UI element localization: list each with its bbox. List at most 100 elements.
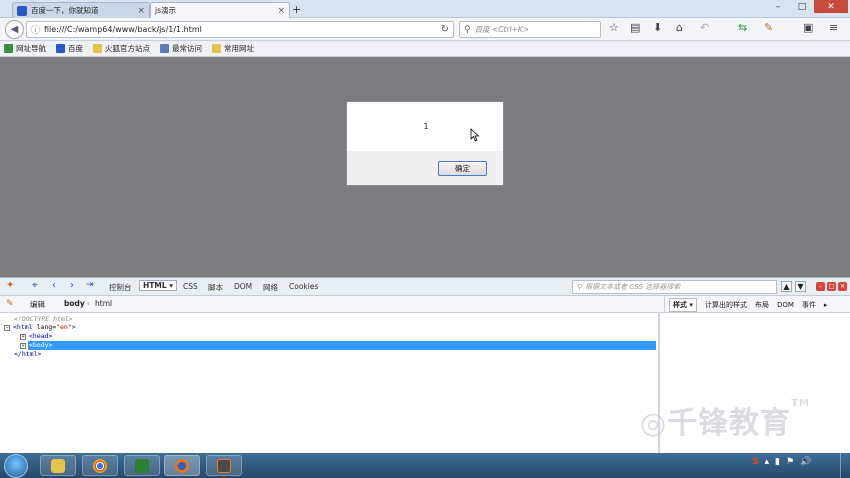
tray-expand-icon[interactable]: ▴ (764, 457, 769, 467)
tab-baidu[interactable]: 百度一下，你就知道 × (12, 2, 150, 18)
download-icon[interactable]: ⬇ (653, 21, 662, 34)
close-tab-icon[interactable]: × (277, 6, 285, 16)
tab-title: js演示 (155, 6, 176, 15)
bookmark-item[interactable]: 常用网址 (212, 43, 254, 54)
bookmark-item[interactable]: 火狐官方站点 (93, 43, 150, 54)
fb-tab-cookies[interactable]: Cookies (289, 282, 318, 291)
search-down-button[interactable]: ▼ (795, 281, 806, 292)
firebug-edit-icon[interactable]: ✎ (6, 299, 14, 309)
star-icon[interactable]: ☆ (609, 21, 619, 34)
tab-bar: 百度一下，你就知道 × js演示 × + – □ ✕ (0, 0, 850, 18)
selected-row (28, 341, 656, 350)
edit-button[interactable]: 编辑 (30, 299, 45, 310)
head-tag: <head> (29, 332, 53, 340)
bookmark-label: 百度 (68, 44, 83, 53)
fb-tab-dom[interactable]: DOM (234, 282, 252, 291)
html-tree-pane: <!DOCTYPE html> − <html lang="en"> + <head… (0, 313, 658, 453)
collapse-icon[interactable]: − (4, 325, 10, 331)
network-icon[interactable]: ▮ (775, 457, 780, 467)
undo-icon[interactable]: ↶ (700, 21, 709, 34)
html-close-node: </html> (14, 350, 42, 358)
firebug-icon[interactable]: ✦ (6, 280, 14, 291)
side-tab-events[interactable]: 事件 (802, 300, 816, 310)
fb-search-input[interactable]: ⚲ 根据文本或者 CSS 选择器搜索 (572, 280, 777, 294)
fb-minimize-icon[interactable]: – (816, 282, 825, 291)
back-arrow-icon: ◀ (10, 24, 19, 35)
bookmark-icon (56, 44, 65, 53)
html-node[interactable]: − <html lang="en"> (4, 323, 76, 331)
reader-icon[interactable]: ▤ (630, 21, 640, 34)
close-window-button[interactable]: ✕ (814, 0, 848, 13)
bookmark-item[interactable]: 百度 (56, 43, 83, 54)
side-tab-more-icon[interactable]: ▸ (824, 301, 828, 309)
command-icon[interactable]: ⇥ (86, 280, 94, 290)
side-tab-layout[interactable]: 布局 (755, 300, 769, 310)
taskbar-app-chrome[interactable] (82, 455, 118, 476)
addon-icon[interactable]: ✎ (764, 21, 773, 34)
watermark: ◎千锋教育TM (640, 398, 810, 442)
flag-icon[interactable]: ⚑ (786, 457, 794, 467)
folder-icon (93, 44, 102, 53)
tab-title: 百度一下，你就知道 (31, 6, 99, 15)
watermark-logo-icon: ◎ (640, 406, 668, 441)
taskbar-app-explorer[interactable] (40, 455, 76, 476)
url-text[interactable]: file:///C:/wamp64/www/back/js/1/1.html (44, 25, 437, 34)
doctype-node: <!DOCTYPE html> (14, 315, 73, 323)
html-attr-value: "en" (56, 323, 72, 331)
show-desktop-button[interactable] (840, 453, 850, 478)
tab-js-demo[interactable]: js演示 × (150, 2, 290, 18)
minimize-button[interactable]: – (766, 0, 790, 13)
body-node[interactable]: + <body> (20, 341, 52, 349)
inspect-icon[interactable]: ⌖ (32, 280, 38, 291)
search-up-button[interactable]: ▲ (781, 281, 792, 292)
screenshot-icon[interactable]: ▣ (803, 21, 813, 34)
info-icon[interactable]: ⓘ (31, 23, 40, 36)
fb-close-icon[interactable]: ✕ (838, 282, 847, 291)
expand-icon[interactable]: + (20, 334, 26, 340)
bookmark-item[interactable]: 最常访问 (160, 43, 202, 54)
sync-icon[interactable]: ⇆ (738, 21, 747, 34)
firefox-icon (175, 458, 189, 473)
url-bar[interactable]: ⓘ file:///C:/wamp64/www/back/js/1/1.html… (26, 21, 454, 38)
side-tab-computed[interactable]: 计算出的样式 (705, 300, 747, 310)
new-tab-button[interactable]: + (292, 3, 301, 16)
html-close-bracket: > (71, 323, 76, 331)
volume-icon[interactable]: 🔊 (800, 457, 811, 467)
ok-button[interactable]: 确定 (438, 161, 487, 176)
search-input[interactable]: ⚲ 百度 <Ctrl+K> (459, 21, 601, 38)
taskbar-app-firefox[interactable] (164, 455, 200, 476)
menu-icon[interactable]: ≡ (829, 21, 838, 34)
bookmark-item[interactable]: 网址导航 (4, 43, 46, 54)
breadcrumb-body[interactable]: body (64, 299, 85, 308)
fb-detach-icon[interactable]: □ (827, 282, 836, 291)
head-node[interactable]: + <head> (20, 332, 52, 340)
ime-icon[interactable]: S (752, 457, 758, 467)
reload-icon[interactable]: ↻ (441, 24, 453, 35)
side-tab-style[interactable]: 样式 ▾ (669, 297, 697, 312)
fb-tab-net[interactable]: 网络 (263, 282, 278, 293)
fb-tab-script[interactable]: 脚本 (208, 282, 223, 293)
bookmark-label: 最常访问 (172, 44, 202, 53)
fb-tab-console[interactable]: 控制台 (109, 282, 132, 293)
body-tag: <body> (29, 341, 53, 349)
next-icon[interactable]: › (70, 280, 74, 291)
side-tab-dom[interactable]: DOM (777, 301, 794, 309)
prev-icon[interactable]: ‹ (52, 280, 56, 291)
taskbar-app-sublime[interactable] (206, 455, 242, 476)
start-button[interactable] (4, 454, 28, 478)
bookmark-label: 火狐官方站点 (105, 44, 150, 53)
folder-icon (212, 44, 221, 53)
breadcrumb-html[interactable]: html (95, 299, 112, 308)
fb-search-placeholder: 根据文本或者 CSS 选择器搜索 (585, 283, 681, 291)
expand-icon[interactable]: + (20, 343, 26, 349)
taskbar-app-excel[interactable] (124, 455, 160, 476)
home-icon[interactable]: ⌂ (676, 21, 683, 34)
back-button[interactable]: ◀ (5, 20, 24, 39)
fb-tab-css[interactable]: CSS (183, 282, 198, 291)
fb-tab-html[interactable]: HTML ▾ (139, 280, 178, 291)
close-tab-icon[interactable]: × (137, 6, 145, 16)
search-placeholder: 百度 <Ctrl+K> (474, 25, 530, 34)
bookmarks-bar: 网址导航 百度 火狐官方站点 最常访问 常用网址 (0, 41, 850, 57)
maximize-button[interactable]: □ (790, 0, 814, 13)
html-attr: lang= (36, 323, 57, 331)
